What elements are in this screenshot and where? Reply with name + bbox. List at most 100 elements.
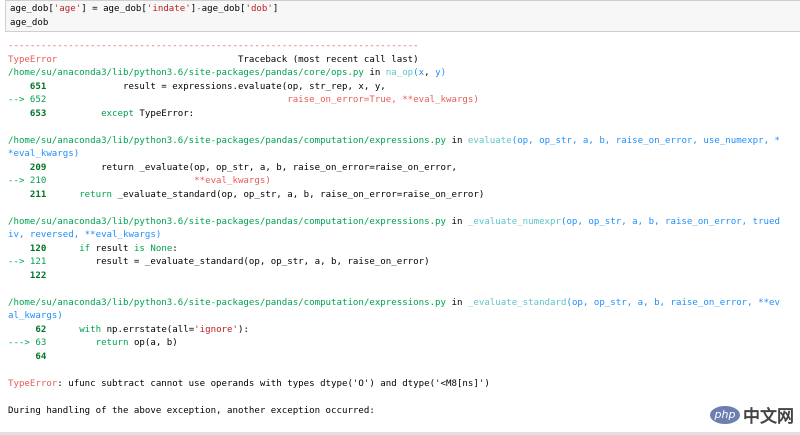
code-line: 209 return _evaluate(op, op_str, a, b, r… bbox=[8, 162, 800, 176]
code-token: , bbox=[424, 68, 436, 78]
code-token: if bbox=[79, 243, 91, 254]
code-token: 211 bbox=[8, 189, 47, 200]
code-token: raise_on_error=True, **eval_kwargs) bbox=[287, 95, 479, 105]
code-token: return bbox=[79, 189, 113, 200]
code-token: is bbox=[133, 243, 145, 254]
code-token: TypeError: bbox=[133, 108, 195, 119]
code-line: ---> 63 return op(a, b) bbox=[8, 337, 800, 351]
code-token: 'dob' bbox=[245, 4, 273, 14]
code-token: result = _evaluate_standard(op, op_str, … bbox=[46, 257, 430, 267]
code-token: result = expressions.evaluate(op, str_re… bbox=[46, 81, 386, 92]
code-token: : bbox=[172, 243, 178, 254]
code-line: --> 121 result = _evaluate_standard(op, … bbox=[8, 256, 800, 270]
code-line: *eval_kwargs) bbox=[8, 148, 800, 162]
code-token: return bbox=[95, 338, 129, 348]
code-line: al_kwargs) bbox=[8, 310, 800, 324]
code-token: TypeError bbox=[8, 378, 58, 389]
code-input-cell[interactable]: age_dob['age'] = age_dob['indate']-age_d… bbox=[5, 0, 800, 32]
code-line: TypeError Traceback (most recent call la… bbox=[8, 54, 800, 68]
code-token: --> 121 bbox=[8, 257, 47, 267]
code-line: --> 652 raise_on_error=True, **eval_kwar… bbox=[8, 94, 800, 108]
code-token: (op, op_str, a, b, raise_on_error, **ev bbox=[566, 297, 780, 308]
code-token: iv, reversed, **eval_kwargs) bbox=[8, 230, 162, 240]
code-token: _evaluate_standard bbox=[467, 297, 567, 308]
code-token: **eval_kwargs) bbox=[194, 176, 271, 186]
code-line: 211 return _evaluate_standard(op, op_str… bbox=[8, 189, 800, 203]
code-line: 122 bbox=[8, 270, 800, 284]
code-line: /home/su/anaconda3/lib/python3.6/site-pa… bbox=[8, 67, 800, 81]
code-token: /home/su/anaconda3/lib/python3.6/site-pa… bbox=[8, 68, 364, 78]
code-token: 120 bbox=[8, 243, 47, 254]
code-line: --> 210 **eval_kwargs) bbox=[8, 175, 800, 189]
code-line: /home/su/anaconda3/lib/python3.6/site-pa… bbox=[8, 297, 800, 311]
code-token: 'ignore' bbox=[194, 324, 238, 335]
code-line: age_dob bbox=[10, 17, 800, 31]
code-token: result bbox=[90, 243, 134, 254]
code-token: age_dob[ bbox=[10, 4, 54, 14]
code-line: 62 with np.errstate(all='ignore'): bbox=[8, 324, 800, 338]
code-token: Traceback (most recent call last) bbox=[57, 54, 419, 65]
code-token: ] bbox=[272, 4, 279, 14]
code-token: evaluate bbox=[467, 135, 512, 146]
code-token: 122 bbox=[8, 270, 47, 281]
code-token: ): bbox=[237, 324, 249, 335]
code-token: 653 bbox=[8, 108, 47, 119]
code-token: --> 652 bbox=[8, 95, 47, 105]
error-output: ----------------------------------------… bbox=[8, 40, 800, 435]
code-token: with bbox=[79, 324, 102, 335]
code-token: 651 bbox=[8, 81, 47, 92]
site-logo-text: 中文网 bbox=[743, 407, 794, 427]
code-token: 64 bbox=[8, 351, 47, 362]
code-token: age_dob bbox=[10, 17, 49, 28]
code-token: age_dob[ bbox=[201, 4, 246, 14]
code-token: ---> 63 bbox=[8, 338, 47, 348]
code-token: in bbox=[363, 68, 386, 78]
code-token: TypeError bbox=[8, 54, 58, 65]
code-line: /home/su/anaconda3/lib/python3.6/site-pa… bbox=[8, 135, 800, 149]
code-line: 653 except TypeError: bbox=[8, 108, 800, 122]
code-token: ) bbox=[440, 68, 447, 78]
code-line: During handling of the above exception, … bbox=[8, 405, 800, 419]
php-logo-badge: php bbox=[710, 405, 740, 424]
code-line: ----------------------------------------… bbox=[8, 40, 800, 54]
code-line: 64 bbox=[8, 351, 800, 365]
code-line: age_dob['age'] = age_dob['indate']-age_d… bbox=[10, 3, 800, 17]
code-token: op(a, b) bbox=[128, 338, 178, 348]
code-token: na_op bbox=[385, 68, 414, 78]
code-line: 120 if result is None: bbox=[8, 243, 800, 257]
code-token: in bbox=[446, 216, 468, 227]
code-token: 'indate' bbox=[146, 4, 191, 14]
code-token: return _evaluate(op, op_str, a, b, raise… bbox=[46, 162, 457, 173]
code-token: : ufunc subtract cannot use operands wit… bbox=[57, 378, 490, 389]
code-token: np.errstate(all= bbox=[101, 324, 195, 335]
code-token: _evaluate_standard(op, op_str, a, b, rai… bbox=[112, 189, 485, 200]
code-line: TypeError: ufunc subtract cannot use ope… bbox=[8, 378, 800, 392]
code-token: 209 bbox=[8, 162, 47, 173]
code-token: except bbox=[101, 108, 134, 119]
code-token: al_kwargs) bbox=[8, 311, 63, 321]
code-token: ] = age_dob[ bbox=[81, 4, 147, 14]
code-token: ----------------------------------------… bbox=[8, 41, 419, 51]
code-token: in bbox=[446, 297, 468, 308]
code-token: in bbox=[446, 135, 468, 146]
code-token: --> 210 bbox=[8, 176, 47, 186]
code-line: iv, reversed, **eval_kwargs) bbox=[8, 229, 800, 243]
code-token: None bbox=[150, 243, 173, 254]
code-token: 'age' bbox=[53, 4, 82, 14]
code-token: (op, op_str, a, b, raise_on_error, use_n… bbox=[511, 135, 780, 146]
code-token: 62 bbox=[8, 324, 47, 335]
code-token: /home/su/anaconda3/lib/python3.6/site-pa… bbox=[8, 297, 446, 308]
